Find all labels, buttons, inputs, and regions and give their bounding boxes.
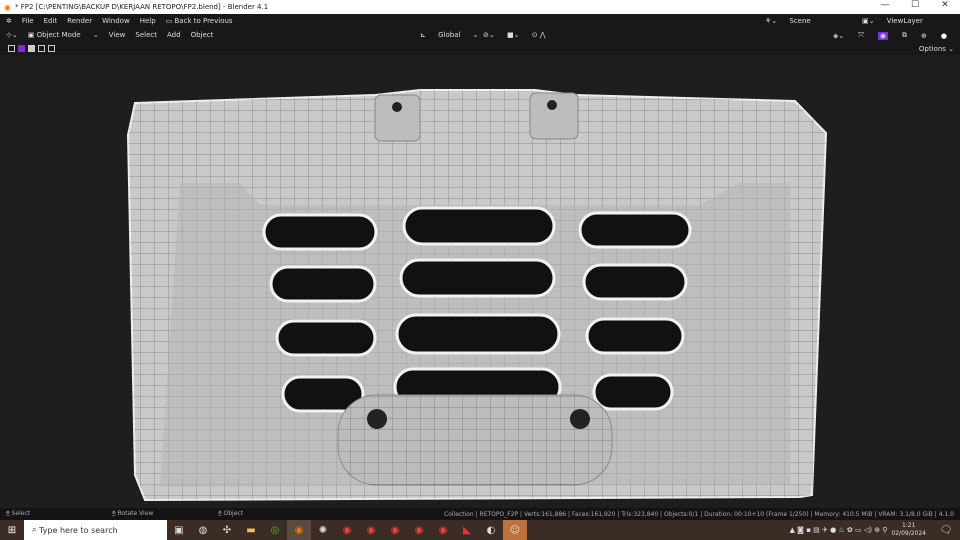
system-tray: ▲ ◙ ▪ ▤ ✈ ● ♨ ✿ ▭ ◁) ⊕ ⚲ 1:21 02/09/2024 [790, 522, 926, 538]
back-label: Back to Previous [174, 17, 233, 25]
taskbar-search[interactable]: ⌕ Type here to search [24, 520, 167, 540]
3d-viewport[interactable] [0, 55, 960, 508]
pivot-icon[interactable]: ⊘⌄ [483, 31, 495, 39]
discord-icon[interactable]: ☺ [503, 520, 527, 540]
menu-add[interactable]: Add [167, 31, 181, 39]
status-object-label: Object [223, 510, 244, 517]
top-menu-bar: ✲ File Edit Render Window Help ▭ Back to… [0, 14, 960, 28]
menu-select[interactable]: Select [135, 31, 157, 39]
tray-icons[interactable]: ▲ ◙ ▪ ▤ ✈ ● ♨ ✿ ▭ ◁) ⊕ ⚲ [790, 526, 888, 534]
viewlayer-selector[interactable]: ViewLayer [887, 17, 923, 25]
viewport-header: ⊹⌄ ▣ Object Mode ⌄ View Select Add Objec… [0, 28, 960, 42]
menu-help[interactable]: Help [140, 17, 156, 25]
chrome-icon[interactable]: ◉ [335, 520, 359, 540]
start-button[interactable]: ⊞ [0, 520, 24, 540]
close-button[interactable]: ✕ [930, 0, 960, 10]
select-new-icon[interactable] [18, 45, 25, 52]
status-rotate-label: Rotate View [117, 510, 154, 517]
openai-icon[interactable]: ✺ [311, 520, 335, 540]
tool-icon[interactable] [8, 45, 15, 52]
scene-selector[interactable]: Scene [789, 17, 810, 25]
file-explorer-icon[interactable]: ▬ [239, 520, 263, 540]
menu-view[interactable]: View [109, 31, 126, 39]
app-icon[interactable]: ◍ [191, 520, 215, 540]
gizmo-icon[interactable]: ⤧ [858, 31, 864, 40]
status-object: 🖰 Object [218, 510, 244, 517]
wireframe-shading-icon[interactable]: ⊕ [921, 32, 927, 40]
blender-logo-icon[interactable]: ✲ [6, 17, 12, 25]
app-icon[interactable]: ▣ [167, 520, 191, 540]
orientation-icon[interactable]: ⊾ [420, 31, 426, 39]
options-label: Options [918, 44, 946, 53]
window-title: * FP2 [C:\PENTING\BACKUP D\KERJAAN RETOP… [14, 3, 269, 11]
menu-render[interactable]: Render [67, 17, 92, 25]
chrome-icon[interactable]: ◉ [407, 520, 431, 540]
select-intersect-icon[interactable] [48, 45, 55, 52]
orientation-selector[interactable]: Global [438, 31, 460, 39]
maximize-button[interactable]: ☐ [900, 0, 930, 10]
mesh-object [126, 89, 828, 502]
blender-icon: ◉ [4, 2, 11, 12]
search-placeholder: Type here to search [39, 525, 118, 535]
status-select: 🖰 Select [6, 510, 31, 517]
app-icon[interactable]: ◐ [479, 520, 503, 540]
windows-taskbar: ⊞ ⌕ Type here to search ▣ ◍ ✣ ▬ ◎ ◉ ✺ ◉ … [0, 520, 960, 540]
chrome-icon[interactable]: ◉ [359, 520, 383, 540]
clock-date[interactable]: 02/09/2024 [891, 530, 926, 537]
fan-icon[interactable]: ✣ [215, 520, 239, 540]
whatsapp-icon[interactable]: ◎ [263, 520, 287, 540]
blender-taskbar-icon[interactable]: ◉ [287, 520, 311, 540]
chrome-icon[interactable]: ◉ [383, 520, 407, 540]
menu-file[interactable]: File [22, 17, 34, 25]
app-icon[interactable]: ◣ [455, 520, 479, 540]
solid-shading-icon[interactable]: ● [941, 32, 947, 40]
status-rotate: 🖰 Rotate View [112, 510, 154, 517]
status-select-label: Select [11, 510, 31, 517]
options-dropdown[interactable]: Options ⌄ [919, 45, 954, 53]
snap-icon[interactable]: ■⌄ [507, 31, 519, 39]
menu-edit[interactable]: Edit [44, 17, 58, 25]
notifications-icon[interactable]: 🗨 [934, 520, 958, 540]
status-bar: 🖰 Select 🖰 Rotate View 🖰 Object Collecti… [0, 508, 960, 520]
menu-window[interactable]: Window [102, 17, 130, 25]
select-extend-icon[interactable] [28, 45, 35, 52]
minimize-button[interactable]: — [870, 0, 900, 10]
select-subtract-icon[interactable] [38, 45, 45, 52]
mode-selector[interactable]: ▣ Object Mode ⌄ [28, 31, 99, 39]
editor-type-icon[interactable]: ⊹⌄ [6, 31, 18, 39]
proportional-edit-icon[interactable]: ⊙ ⋀ [532, 31, 546, 39]
tool-settings-bar: Options ⌄ [0, 42, 960, 55]
scene-statistics: Collection | RETOPO_F2P | Verts:161,886 … [444, 510, 954, 518]
viewlayer-icon[interactable]: ▣⌄ [862, 17, 874, 25]
back-to-previous-button[interactable]: ▭ Back to Previous [166, 17, 243, 25]
mode-label: Object Mode [36, 31, 81, 39]
chrome-icon[interactable]: ◉ [431, 520, 455, 540]
scene-icon[interactable]: ⚘⌄ [765, 17, 777, 25]
title-bar: ◉ * FP2 [C:\PENTING\BACKUP D\KERJAAN RET… [0, 0, 960, 14]
visibility-icon[interactable]: ◈⌄ [833, 32, 844, 40]
overlay-icon[interactable]: ◉ [877, 31, 888, 40]
menu-object[interactable]: Object [191, 31, 214, 39]
xray-icon[interactable]: ⧉ [902, 31, 907, 40]
front-boss [337, 394, 613, 486]
clock-time[interactable]: 1:21 [902, 522, 915, 529]
